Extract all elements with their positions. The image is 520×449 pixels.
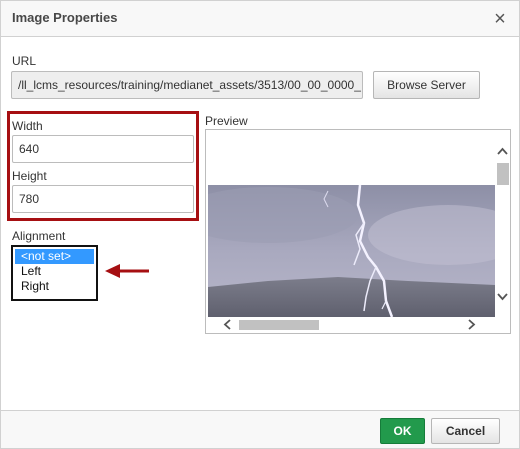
url-value: /ll_lcms_resources/training/medianet_ass… <box>18 78 361 92</box>
close-icon[interactable]: × <box>490 9 510 29</box>
height-field[interactable]: 780 <box>12 185 194 213</box>
height-value: 780 <box>19 192 40 206</box>
url-label: URL <box>12 54 37 68</box>
browse-server-button[interactable]: Browse Server <box>373 71 480 99</box>
horizontal-scroll-thumb[interactable] <box>239 320 319 330</box>
preview-pane[interactable] <box>205 129 511 334</box>
scroll-left-icon[interactable] <box>223 319 231 332</box>
scroll-up-icon[interactable] <box>497 144 508 157</box>
url-field[interactable]: /ll_lcms_resources/training/medianet_ass… <box>11 71 363 99</box>
alignment-option-left[interactable]: Left <box>15 264 96 279</box>
width-field[interactable]: 640 <box>12 135 194 163</box>
lightning-photo <box>208 185 495 317</box>
width-value: 640 <box>19 142 40 156</box>
cancel-button[interactable]: Cancel <box>431 418 500 444</box>
preview-vertical-scrollbar[interactable] <box>495 130 510 317</box>
dialog-footer: OK Cancel <box>1 410 519 448</box>
preview-label: Preview <box>205 114 248 128</box>
width-label: Width <box>12 119 43 133</box>
height-label: Height <box>12 169 47 183</box>
ok-button[interactable]: OK <box>380 418 425 444</box>
dialog-titlebar: Image Properties × <box>1 1 519 37</box>
dialog-title: Image Properties <box>12 10 118 25</box>
alignment-label: Alignment <box>12 229 66 243</box>
alignment-select[interactable]: <not set> Left Right <box>11 245 98 301</box>
scroll-right-icon[interactable] <box>468 319 476 332</box>
red-pointer-arrow-icon <box>105 264 149 278</box>
image-properties-dialog: Image Properties × URL /ll_lcms_resource… <box>0 0 520 449</box>
vertical-scroll-thumb[interactable] <box>497 163 509 185</box>
preview-horizontal-scrollbar[interactable] <box>206 317 510 333</box>
scroll-down-icon[interactable] <box>497 290 508 303</box>
alignment-option-not-set[interactable]: <not set> <box>15 249 94 264</box>
alignment-option-right[interactable]: Right <box>15 279 96 294</box>
